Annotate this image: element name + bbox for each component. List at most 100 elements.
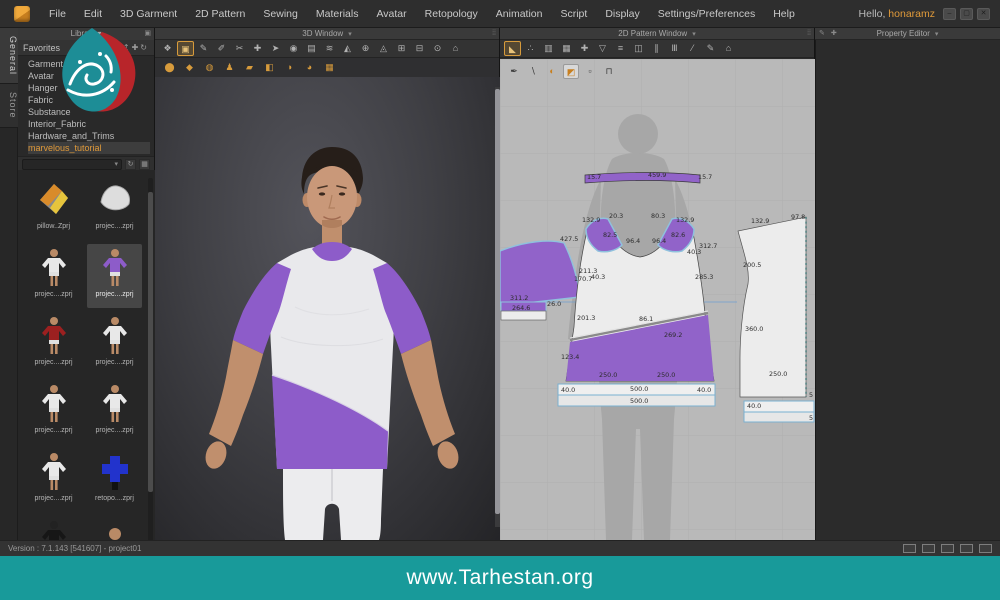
transform-pattern-tool[interactable]: ◣	[504, 41, 521, 56]
pleat-tool[interactable]: Ⅲ	[666, 41, 683, 56]
2d-window-header[interactable]: 2D Pattern Window▾ ⁞⁞	[500, 28, 814, 40]
show-hanger-icon[interactable]: ▰	[241, 60, 258, 75]
grading-tool[interactable]: ⌂	[720, 41, 737, 56]
show-stand-icon[interactable]: ▦	[321, 60, 338, 75]
folder-garment[interactable]: Garment	[28, 58, 154, 70]
layout-two-icon[interactable]	[922, 544, 935, 553]
back-hem-band-2[interactable]	[744, 412, 814, 422]
menu-item-help[interactable]: Help	[764, 0, 804, 28]
chevron-down-icon[interactable]: ▾	[95, 29, 101, 38]
menu-item-2d-pattern[interactable]: 2D Pattern	[186, 0, 254, 28]
menu-item-display[interactable]: Display	[596, 0, 648, 28]
thumbnail-avatar-white[interactable]: projec....zprj	[87, 380, 142, 444]
draw-tool[interactable]: ✎	[702, 41, 719, 56]
notch-tool[interactable]: ⁄	[684, 41, 701, 56]
thumbnail-avatar-dark[interactable]	[26, 516, 81, 540]
thumbnail-pillow-multi[interactable]: pillow..Zprj	[26, 176, 81, 240]
chevron-down-icon[interactable]: ▾	[935, 31, 939, 38]
menu-item-animation[interactable]: Animation	[487, 0, 552, 28]
library-pin-icon[interactable]: ▣	[144, 28, 151, 40]
library-filter-dropdown[interactable]: ▾	[22, 159, 122, 170]
import-icon[interactable]: ↥	[123, 43, 132, 52]
trace-tool[interactable]: ◫	[630, 41, 647, 56]
folder-substance[interactable]: Substance	[28, 106, 154, 118]
thumbnail-avatar-white[interactable]: projec....zprj	[26, 244, 81, 308]
username-link[interactable]: honaramz	[888, 8, 935, 20]
thumbnail-retopo-blue[interactable]: retopo....zprj	[87, 448, 142, 512]
target-tool[interactable]: ◉	[285, 41, 302, 56]
pen-tool[interactable]: ✎	[195, 41, 212, 56]
app-logo-icon[interactable]	[14, 6, 30, 22]
dart-tool[interactable]: ▽	[594, 41, 611, 56]
thumbnail-avatar-white[interactable]: projec....zprj	[26, 380, 81, 444]
layout-single-icon[interactable]	[903, 544, 916, 553]
zipper-tool[interactable]: ⊙	[429, 41, 446, 56]
side-tab-store[interactable]: Store	[0, 84, 18, 128]
menu-item-retopology[interactable]: Retopology	[416, 0, 487, 28]
folder-marvelous_tutorial[interactable]: marvelous_tutorial	[28, 142, 150, 154]
thickness-view-icon[interactable]: ◍	[201, 60, 218, 75]
edit-icon[interactable]: ✎	[819, 30, 827, 37]
scissors-tool[interactable]: ✂	[231, 41, 248, 56]
internal-line-tool[interactable]: ∥	[648, 41, 665, 56]
baseline-icon[interactable]: ⊓	[601, 64, 617, 79]
3d-viewport[interactable]	[155, 77, 500, 540]
curve-point-icon[interactable]: ◐	[544, 64, 560, 79]
thumbnail-avatar-torso[interactable]	[87, 516, 142, 540]
menu-item-script[interactable]: Script	[551, 0, 596, 28]
2d-pattern-canvas[interactable]: ✒∖◐◩▫⊓	[500, 59, 815, 540]
segment-sew-tool[interactable]: ≋	[321, 41, 338, 56]
menu-item-avatar[interactable]: Avatar	[367, 0, 415, 28]
folder-hardware_and_trims[interactable]: Hardware_and_Trims	[28, 130, 154, 142]
window-grip-icon[interactable]: ⁞⁞	[807, 28, 811, 40]
folder-interior_fabric[interactable]: Interior_Fabric	[28, 118, 154, 130]
active-pattern-icon[interactable]: ◩	[563, 64, 579, 79]
menu-item-edit[interactable]: Edit	[75, 0, 111, 28]
sleeve-cuff-band-2[interactable]	[501, 311, 546, 320]
edit-curve-icon[interactable]: ∖	[525, 64, 541, 79]
refresh-icon[interactable]: ↻	[140, 43, 149, 52]
minimize-button[interactable]: –	[943, 8, 956, 20]
fold-tool[interactable]: ⊞	[393, 41, 410, 56]
thumbnail-avatar-white[interactable]: projec....zprj	[87, 312, 142, 376]
edit-point-tool[interactable]: ∴	[522, 41, 539, 56]
gizmo-tool[interactable]: ❖	[159, 41, 176, 56]
show-sphere-icon[interactable]: ◕	[301, 60, 318, 75]
seam-tool[interactable]: ≡	[612, 41, 629, 56]
layout-three-icon[interactable]	[941, 544, 954, 553]
menu-item-sewing[interactable]: Sewing	[254, 0, 306, 28]
folder-hanger[interactable]: Hanger	[28, 82, 154, 94]
thumbnail-avatar-red[interactable]: projec....zprj	[26, 312, 81, 376]
menu-item-materials[interactable]: Materials	[307, 0, 368, 28]
layout-custom-icon[interactable]	[979, 544, 992, 553]
thumbnail-avatar-purple[interactable]: projec....zprj	[87, 244, 142, 308]
flatten-tool[interactable]: ⊕	[357, 41, 374, 56]
edit-pattern-icon[interactable]: ✒	[506, 64, 522, 79]
menu-item-file[interactable]: File	[40, 0, 75, 28]
show-texture-icon[interactable]: ◆	[181, 60, 198, 75]
refresh-icon[interactable]: ↻	[125, 159, 136, 170]
add-icon[interactable]: ✚	[831, 30, 839, 37]
select-move-tool[interactable]: ▣	[177, 41, 194, 56]
folder-fabric[interactable]: Fabric	[28, 94, 154, 106]
menu-item-3d-garment[interactable]: 3D Garment	[111, 0, 186, 28]
thumbnail-avatar-white[interactable]: projec....zprj	[26, 448, 81, 512]
close-button[interactable]: ✕	[977, 8, 990, 20]
show-head-icon[interactable]: ◑	[281, 60, 298, 75]
chevron-down-icon[interactable]: ▾	[348, 31, 352, 38]
side-tab-general[interactable]: General	[0, 28, 18, 84]
folder-avatar[interactable]: Avatar	[28, 70, 154, 82]
pattern-copy-tool[interactable]: ▥	[540, 41, 557, 56]
library-scrollbar[interactable]	[148, 178, 153, 558]
show-avatar-icon[interactable]: ♟	[221, 60, 238, 75]
chevron-down-icon[interactable]: ▾	[692, 31, 696, 38]
grid-view-icon[interactable]: ▦	[139, 159, 150, 170]
window-grip-icon[interactable]: ⁞⁞	[492, 28, 496, 40]
measure-tool[interactable]: ◭	[339, 41, 356, 56]
steam-tool[interactable]: ◬	[375, 41, 392, 56]
avatar-3d[interactable]	[155, 77, 500, 540]
menu-item-settings-preferences[interactable]: Settings/Preferences	[649, 0, 764, 28]
3d-window-header[interactable]: 3D Window▾ ⁞⁞	[155, 28, 499, 40]
divider-tool[interactable]: ⌂	[447, 41, 464, 56]
maximize-button[interactable]: ▢	[960, 8, 973, 20]
